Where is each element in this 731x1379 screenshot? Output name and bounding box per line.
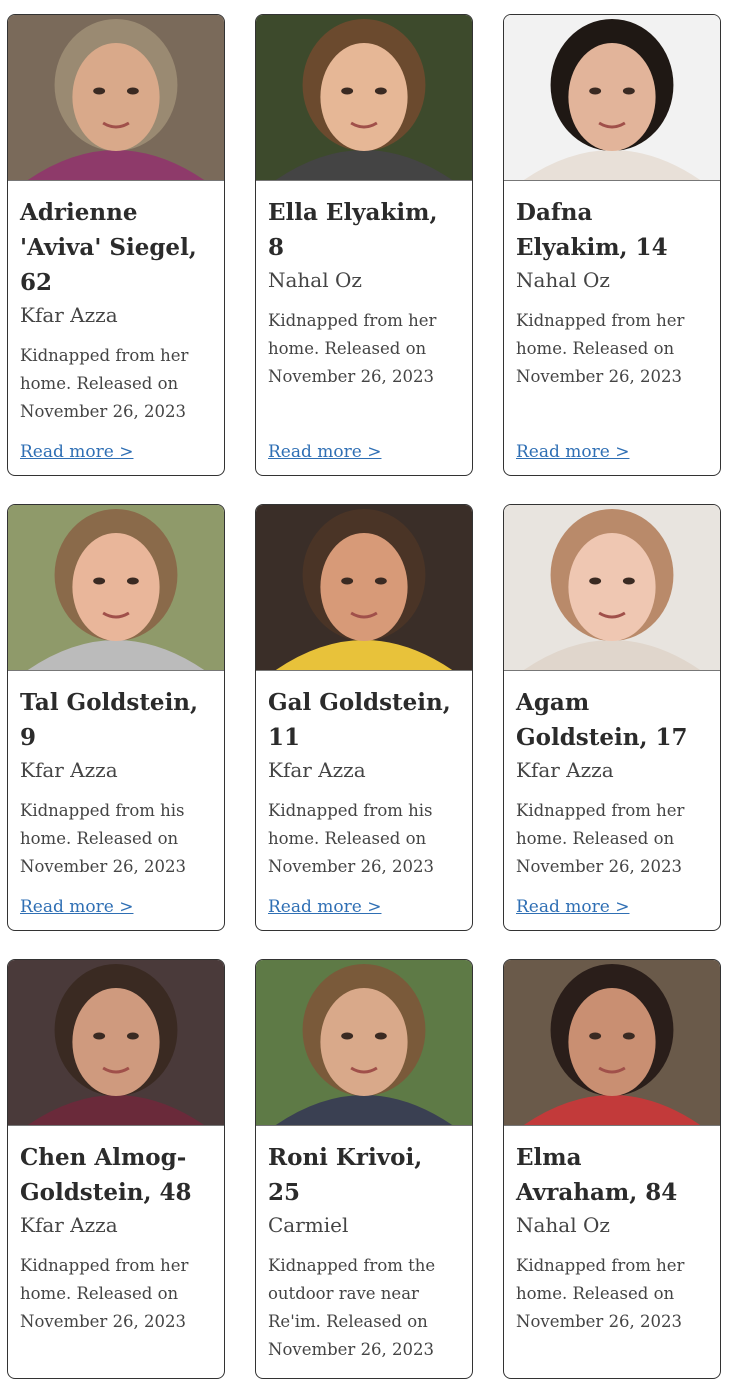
card-location: Kfar Azza <box>20 758 118 782</box>
card-location: Nahal Oz <box>516 268 610 292</box>
card-location: Kfar Azza <box>268 758 366 782</box>
portrait-photo <box>504 960 720 1126</box>
card-name: Gal Goldstein, 11 <box>268 689 451 751</box>
read-more-link[interactable]: Read more > <box>20 897 133 917</box>
portrait-photo <box>256 505 472 671</box>
hostage-card: Ella Elyakim, 8 Nahal Oz Kidnapped from … <box>255 14 473 476</box>
card-description: Kidnapped from his home. Released on Nov… <box>20 801 187 876</box>
card-description: Kidnapped from her home. Released on Nov… <box>516 1256 685 1331</box>
portrait-photo <box>256 960 472 1126</box>
hostage-card: Gal Goldstein, 11 Kfar Azza Kidnapped fr… <box>255 504 473 931</box>
card-name: Roni Krivoi, 25 <box>268 1144 423 1206</box>
card-name: Adrienne 'Aviva' Siegel, 62 <box>20 199 197 296</box>
card-location: Kfar Azza <box>516 758 614 782</box>
read-more-link[interactable]: Read more > <box>20 442 133 462</box>
card-description: Kidnapped from her home. Released on Nov… <box>516 311 685 386</box>
portrait-photo <box>8 960 224 1126</box>
portrait-photo <box>8 15 224 181</box>
read-more-link[interactable]: Read more > <box>268 442 381 462</box>
hostage-card: Roni Krivoi, 25 Carmiel Kidnapped from t… <box>255 959 473 1379</box>
card-description: Kidnapped from her home. Released on Nov… <box>268 311 437 386</box>
portrait-photo <box>8 505 224 671</box>
card-name: Dafna Elyakim, 14 <box>516 199 668 261</box>
read-more-link[interactable]: Read more > <box>516 442 629 462</box>
hostage-card: Chen Almog-Goldstein, 48 Kfar Azza Kidna… <box>7 959 225 1379</box>
portrait-photo <box>504 505 720 671</box>
hostage-card: Tal Goldstein, 9 Kfar Azza Kidnapped fro… <box>7 504 225 931</box>
read-more-link[interactable]: Read more > <box>268 897 381 917</box>
hostage-card: Agam Goldstein, 17 Kfar Azza Kidnapped f… <box>503 504 721 931</box>
hostage-card: Dafna Elyakim, 14 Nahal Oz Kidnapped fro… <box>503 14 721 476</box>
read-more-link[interactable]: Read more > <box>516 897 629 917</box>
card-name: Elma Avraham, 84 <box>516 1144 678 1206</box>
card-location: Kfar Azza <box>20 1213 118 1237</box>
card-description: Kidnapped from her home. Released on Nov… <box>20 346 189 421</box>
card-location: Nahal Oz <box>268 268 362 292</box>
card-name: Ella Elyakim, 8 <box>268 199 438 261</box>
hostage-card: Adrienne 'Aviva' Siegel, 62 Kfar Azza Ki… <box>7 14 225 476</box>
hostage-card: Elma Avraham, 84 Nahal Oz Kidnapped from… <box>503 959 721 1379</box>
card-location: Nahal Oz <box>516 1213 610 1237</box>
portrait-photo <box>504 15 720 181</box>
card-location: Kfar Azza <box>20 303 118 327</box>
card-description: Kidnapped from the outdoor rave near Re'… <box>268 1256 436 1359</box>
portrait-photo <box>256 15 472 181</box>
card-name: Chen Almog-Goldstein, 48 <box>20 1144 192 1206</box>
card-description: Kidnapped from her home. Released on Nov… <box>20 1256 189 1331</box>
card-name: Tal Goldstein, 9 <box>20 689 199 751</box>
card-location: Carmiel <box>268 1213 349 1237</box>
card-description: Kidnapped from his home. Released on Nov… <box>268 801 435 876</box>
card-name: Agam Goldstein, 17 <box>516 689 688 751</box>
card-description: Kidnapped from her home. Released on Nov… <box>516 801 685 876</box>
